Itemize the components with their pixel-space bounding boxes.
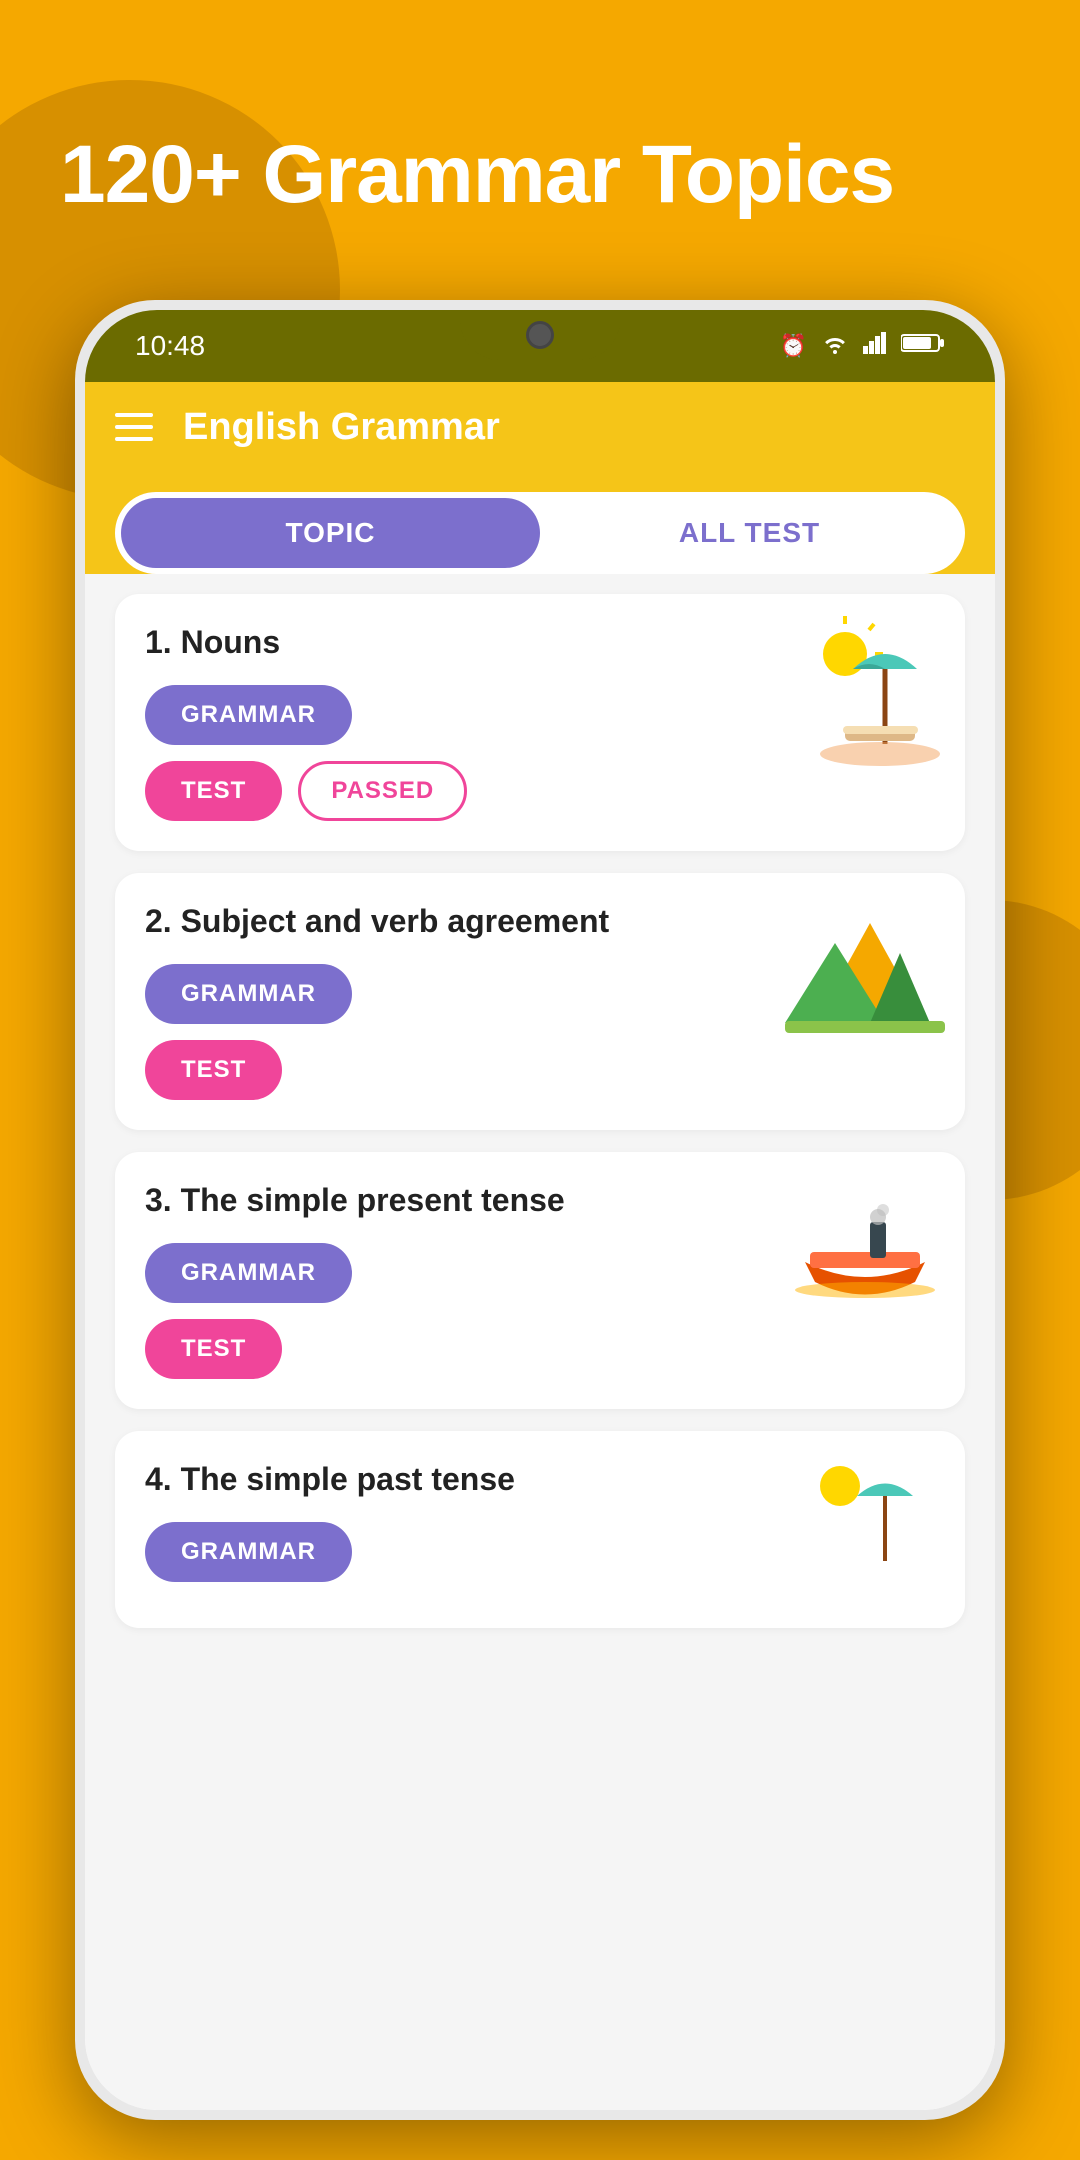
test-btn-nouns[interactable]: TEST <box>145 761 282 821</box>
phone-inner: 10:48 ⏰ <box>85 310 995 2110</box>
topic-card-nouns: 1. Nouns <box>115 594 965 851</box>
grammar-btn-past-tense[interactable]: GRAMMAR <box>145 1522 352 1582</box>
page-heading: 120+ Grammar Topics <box>60 130 1020 220</box>
mountains-illustration <box>785 893 945 1053</box>
topic-card-past-tense: 4. The simple past tense GRAMMAR <box>115 1431 965 1628</box>
test-btn-subject-verb[interactable]: TEST <box>145 1040 282 1100</box>
wifi-icon <box>821 332 849 360</box>
topic-card-subject-verb: 2. Subject and verb agreement <box>115 873 965 1130</box>
content-area: 1. Nouns <box>85 574 995 2110</box>
hamburger-line-3 <box>115 437 153 441</box>
boat-illustration <box>785 1172 945 1332</box>
beach2-illustration <box>785 1451 945 1611</box>
tab-all-test[interactable]: ALL TEST <box>540 498 959 568</box>
alarm-icon: ⏰ <box>780 333 807 359</box>
tab-bar: TOPIC ALL TEST <box>85 472 995 574</box>
topic-card-present-tense: 3. The simple present tense <box>115 1152 965 1409</box>
grammar-btn-subject-verb[interactable]: GRAMMAR <box>145 964 352 1024</box>
hamburger-line-2 <box>115 425 153 429</box>
beach-illustration <box>785 614 945 774</box>
hamburger-line-1 <box>115 413 153 417</box>
menu-icon[interactable] <box>115 413 153 441</box>
grammar-btn-present-tense[interactable]: GRAMMAR <box>145 1243 352 1303</box>
app-title: English Grammar <box>183 406 500 449</box>
tab-container: TOPIC ALL TEST <box>115 492 965 574</box>
status-bar: 10:48 ⏰ <box>85 310 995 382</box>
status-icons: ⏰ <box>780 332 945 360</box>
signal-icon <box>863 332 887 360</box>
passed-badge-nouns: PASSED <box>298 761 467 821</box>
phone-mockup: 10:48 ⏰ <box>75 300 1005 2120</box>
battery-icon <box>901 332 945 360</box>
camera-notch <box>526 321 554 349</box>
app-bar: English Grammar <box>85 382 995 472</box>
grammar-btn-nouns[interactable]: GRAMMAR <box>145 685 352 745</box>
tab-topic[interactable]: TOPIC <box>121 498 540 568</box>
status-time: 10:48 <box>135 330 205 362</box>
notch <box>460 310 620 360</box>
test-btn-present-tense[interactable]: TEST <box>145 1319 282 1379</box>
